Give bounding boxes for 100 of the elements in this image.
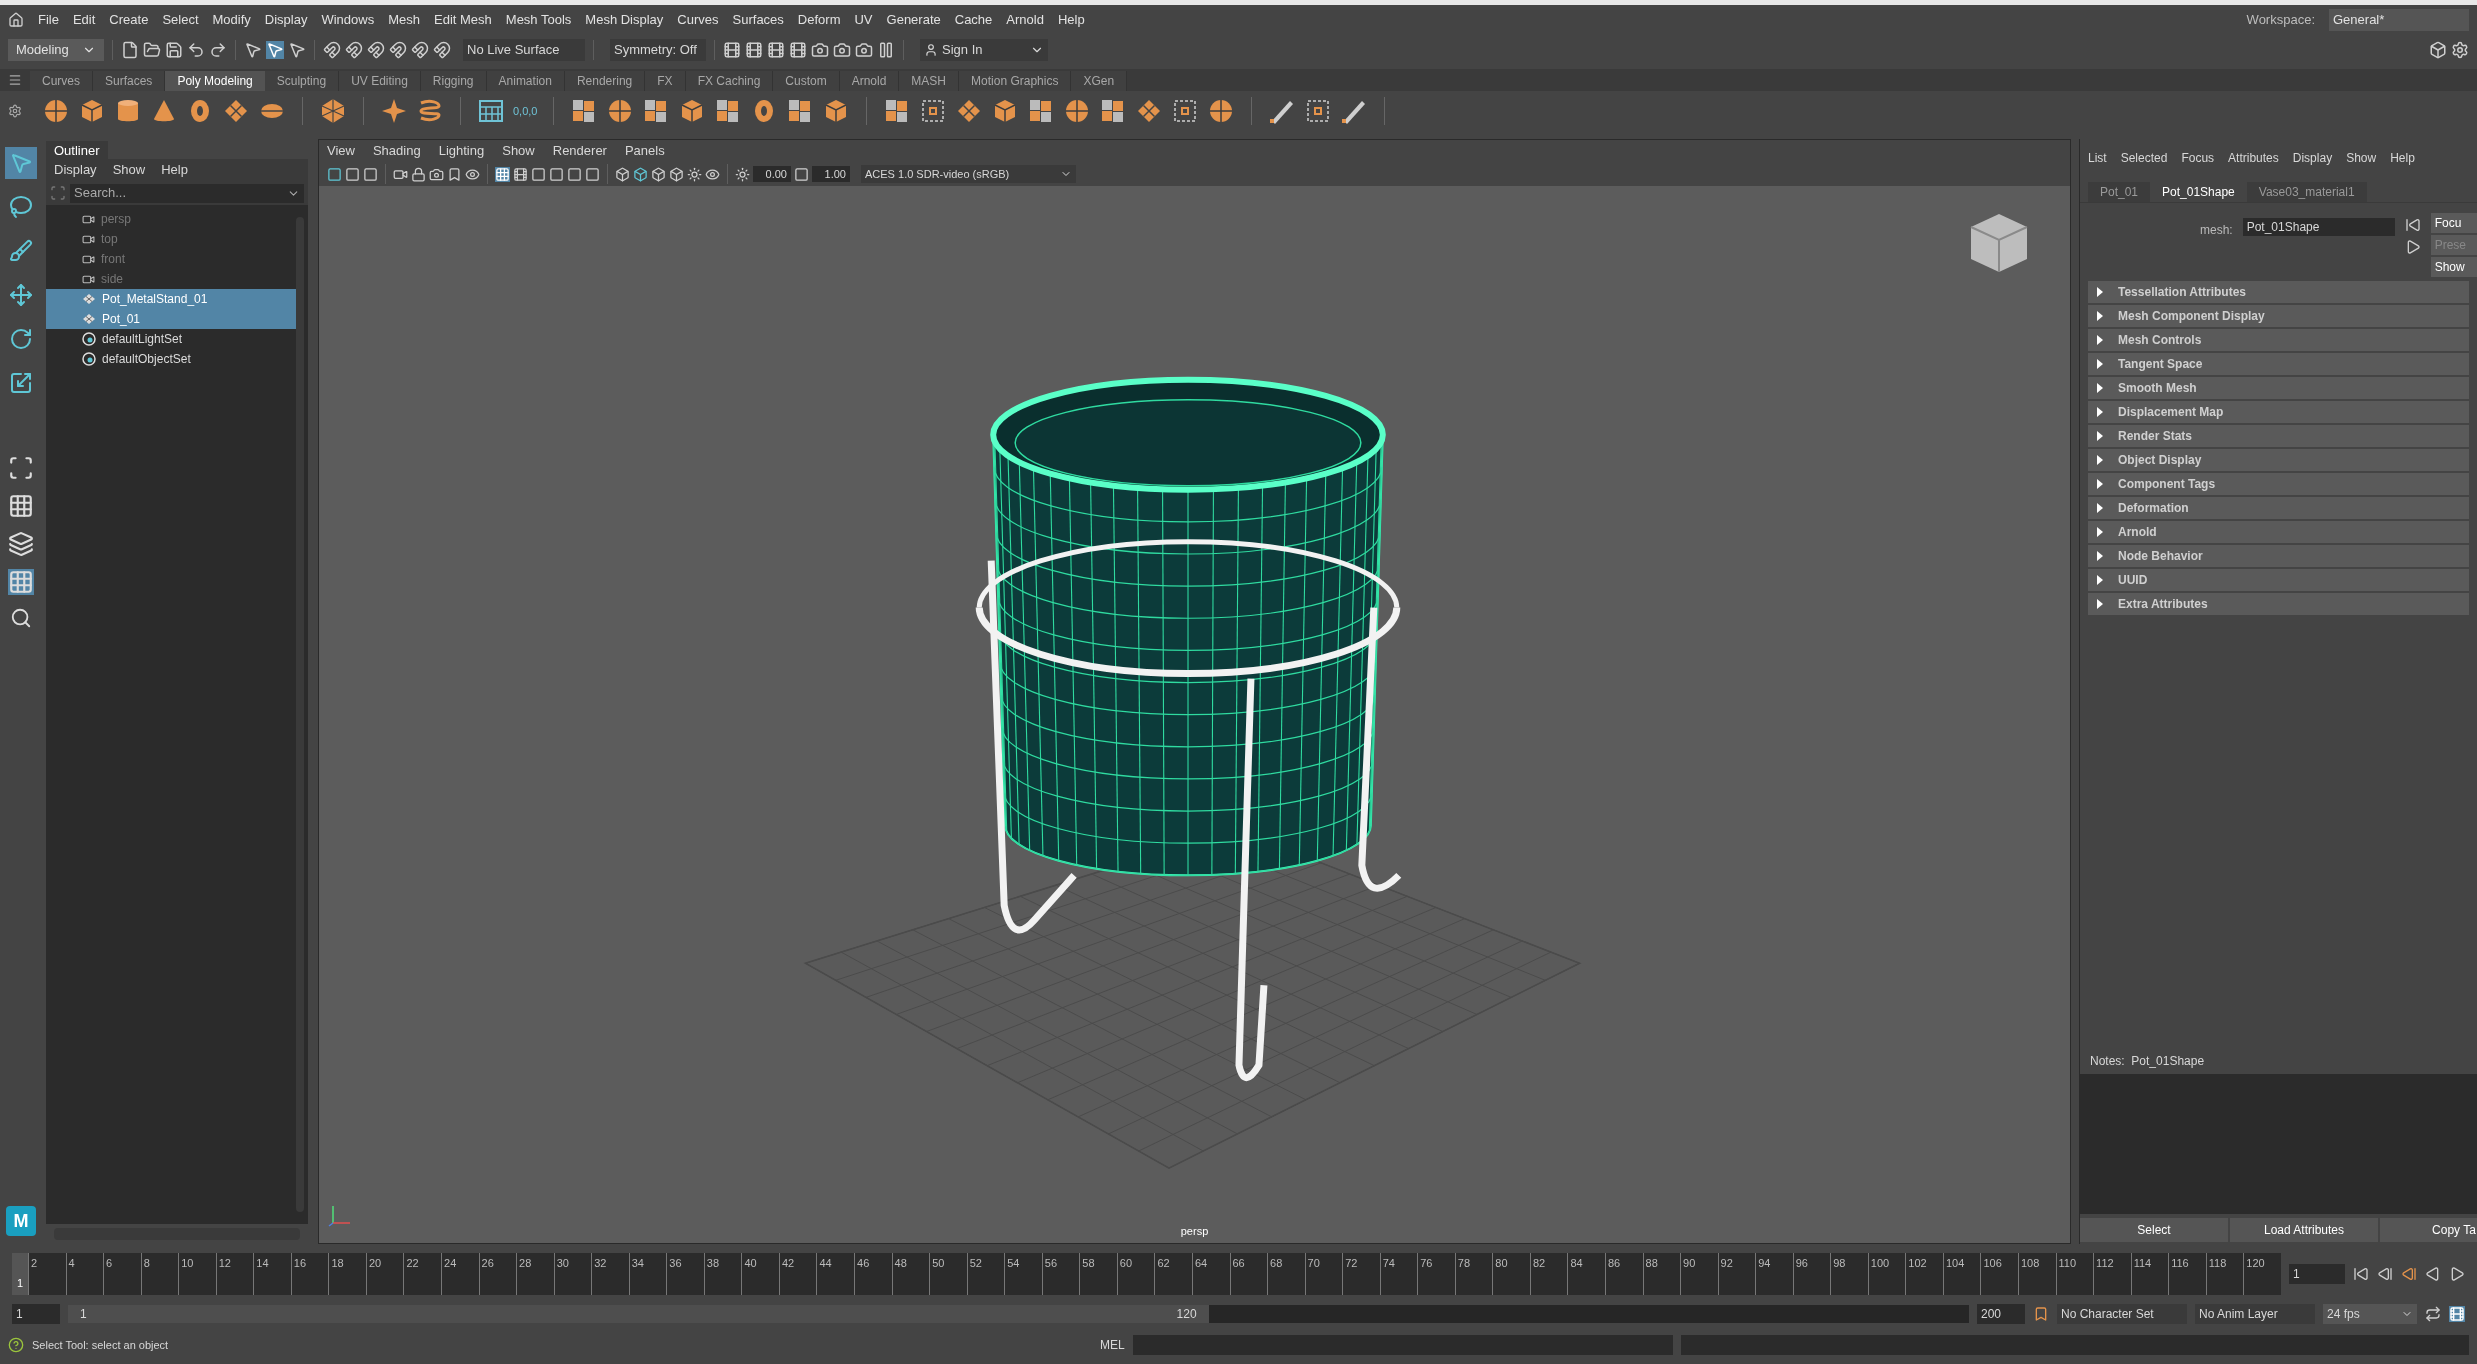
square-icon[interactable]	[363, 166, 378, 182]
section-header[interactable]: Node Behavior	[2088, 545, 2469, 567]
section-header[interactable]: Displacement Map	[2088, 401, 2469, 423]
sign-in-dropdown[interactable]: Sign In	[920, 39, 1048, 61]
film-icon[interactable]	[767, 41, 785, 59]
section-header[interactable]: Tessellation Attributes	[2088, 281, 2469, 303]
pause-icon[interactable]	[877, 41, 895, 59]
start-frame-field[interactable]: 1	[12, 1304, 60, 1324]
color-space-dropdown[interactable]: ACES 1.0 SDR-video (sRGB)	[861, 165, 1076, 183]
node-tab[interactable]: Vase03_material1	[2246, 182, 2367, 202]
menu-item[interactable]: Shading	[372, 141, 421, 161]
section-header[interactable]: Arnold	[2088, 521, 2469, 543]
section-header[interactable]: Mesh Component Display	[2088, 305, 2469, 327]
bookmark-icon[interactable]	[447, 166, 462, 182]
eye-icon[interactable]	[465, 166, 480, 182]
square-icon[interactable]	[549, 166, 564, 182]
gamma-field[interactable]: 1.00	[812, 166, 850, 182]
search-icon[interactable]	[10, 607, 32, 629]
cube-icon[interactable]	[633, 166, 648, 182]
bookmark-icon[interactable]	[2033, 1306, 2049, 1322]
menu-item[interactable]: Surfaces	[732, 10, 784, 30]
menu-item[interactable]: List	[2088, 149, 2107, 167]
menu-item[interactable]: File	[38, 10, 59, 30]
section-header[interactable]: Mesh Controls	[2088, 329, 2469, 351]
menu-item[interactable]: Cache	[954, 10, 993, 30]
grid-icon[interactable]	[477, 97, 505, 125]
magnet-icon[interactable]	[323, 41, 341, 59]
camera-icon[interactable]	[429, 166, 444, 182]
symmetry-field[interactable]: Symmetry: Off	[610, 39, 706, 61]
editor-button[interactable]: Focu	[2430, 213, 2477, 233]
menu-item[interactable]: Display	[264, 10, 308, 30]
undo-icon[interactable]	[187, 41, 205, 59]
menu-item[interactable]: Help	[161, 160, 188, 180]
square-icon[interactable]	[567, 166, 582, 182]
magnet-icon[interactable]	[367, 41, 385, 59]
origin-label[interactable]: 0,0,0	[513, 102, 538, 120]
search-field[interactable]: Search...	[70, 183, 304, 203]
outliner-tab[interactable]: Outliner	[46, 141, 108, 159]
film-icon[interactable]	[789, 41, 807, 59]
menu-item[interactable]: Attributes	[2228, 149, 2279, 167]
shelf-tab[interactable]: FX Caching	[685, 71, 774, 91]
square-icon[interactable]	[794, 166, 809, 182]
menu-item[interactable]: Edit	[72, 10, 96, 30]
menu-item[interactable]: Display	[2292, 149, 2333, 167]
section-header[interactable]: UUID	[2088, 569, 2469, 591]
section-header[interactable]: Tangent Space	[2088, 353, 2469, 375]
outliner-item[interactable]: defaultLightSet	[46, 329, 296, 349]
menu-item[interactable]: Show	[2346, 149, 2377, 167]
play-icon[interactable]	[2449, 1266, 2465, 1282]
camera-icon[interactable]	[855, 41, 873, 59]
menu-icon[interactable]	[8, 73, 22, 87]
film-icon[interactable]	[513, 166, 528, 182]
settings-icon[interactable]	[8, 104, 22, 118]
menu-item[interactable]: Selected	[2120, 149, 2168, 167]
menu-item[interactable]: Panels	[624, 141, 665, 161]
shelf-tab[interactable]: Sculpting	[264, 71, 340, 91]
magnet-icon[interactable]	[389, 41, 407, 59]
menu-item[interactable]: Show	[502, 141, 535, 161]
workspace-dropdown[interactable]: General*	[2329, 9, 2469, 31]
menu-item[interactable]: Edit Mesh	[434, 10, 492, 30]
sun-icon[interactable]	[687, 166, 702, 182]
shelf-tab[interactable]: Curves	[30, 71, 93, 91]
menu-item[interactable]: Create	[109, 10, 149, 30]
sun-icon[interactable]	[735, 166, 750, 182]
editor-button[interactable]: Select	[2080, 1218, 2228, 1242]
menu-item[interactable]: Mesh Tools	[505, 10, 572, 30]
shelf-tab[interactable]: Motion Graphics	[959, 71, 1072, 91]
exposure-field[interactable]: 0.00	[753, 166, 791, 182]
live-surface-field[interactable]: No Live Surface	[463, 39, 585, 61]
input-connection-icon[interactable]	[2404, 217, 2421, 233]
home-icon[interactable]	[8, 12, 24, 28]
film-icon[interactable]	[745, 41, 763, 59]
section-header[interactable]: Component Tags	[2088, 473, 2469, 495]
pointer-icon[interactable]	[288, 41, 306, 59]
shelf-tab[interactable]: Rendering	[564, 71, 646, 91]
character-set-field[interactable]: No Character Set	[2057, 1304, 2187, 1324]
eye-icon[interactable]	[705, 166, 720, 182]
film-icon[interactable]	[723, 41, 741, 59]
shelf-tab[interactable]: FX	[645, 71, 686, 91]
skip-back-icon[interactable]	[2353, 1266, 2369, 1282]
camera-icon[interactable]	[833, 41, 851, 59]
pointer-icon[interactable]	[244, 41, 262, 59]
editor-button[interactable]: Copy Ta	[2380, 1218, 2477, 1242]
menu-item[interactable]: Windows	[321, 10, 375, 30]
node-name-field[interactable]: Pot_01Shape	[2242, 218, 2395, 236]
command-field[interactable]	[1132, 1335, 1673, 1355]
save-icon[interactable]	[165, 41, 183, 59]
shelf-tab[interactable]: Poly Modeling	[165, 71, 265, 91]
shelf-tab[interactable]: Animation	[486, 71, 565, 91]
polyhedron-icon[interactable]	[319, 97, 347, 125]
menu-item[interactable]: Help	[2390, 149, 2415, 167]
fps-dropdown[interactable]: 24 fps	[2323, 1304, 2417, 1324]
key-back-icon[interactable]	[2401, 1266, 2417, 1282]
shelf-tab[interactable]: UV Editing	[339, 71, 421, 91]
camera-icon[interactable]	[811, 41, 829, 59]
menu-item[interactable]: Select	[162, 10, 199, 30]
current-frame-field[interactable]: 1	[2289, 1264, 2345, 1284]
menu-item[interactable]: Modify	[212, 10, 251, 30]
menu-item[interactable]: Help	[1057, 10, 1085, 30]
folder-icon[interactable]	[143, 41, 161, 59]
